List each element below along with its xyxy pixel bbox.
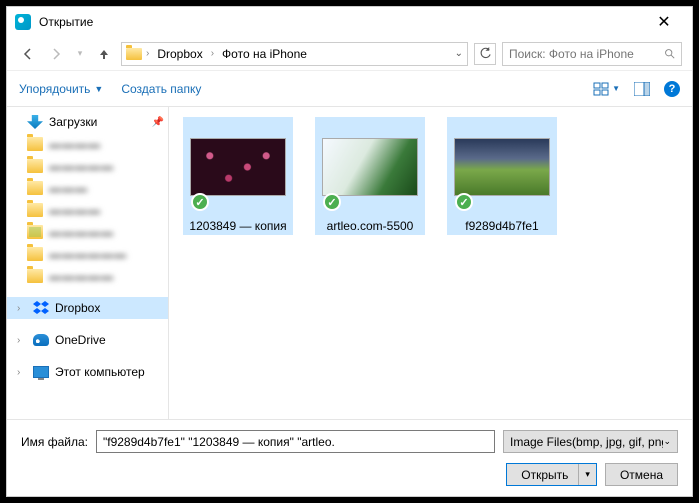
navigation-bar: ▾ › Dropbox › Фото на iPhone ⌄ bbox=[7, 37, 692, 71]
tree-item[interactable]: ▬▬▬▬ bbox=[7, 133, 168, 155]
refresh-button[interactable] bbox=[474, 43, 496, 65]
folder-icon bbox=[27, 203, 43, 217]
downloads-icon bbox=[27, 115, 43, 129]
expand-chevron-icon[interactable]: › bbox=[17, 335, 27, 346]
folder-icon bbox=[27, 137, 43, 151]
new-folder-button[interactable]: Создать папку bbox=[121, 82, 201, 96]
search-icon bbox=[664, 47, 675, 60]
organize-menu[interactable]: Упорядочить ▼ bbox=[19, 82, 103, 96]
tree-item-dropbox[interactable]: › Dropbox bbox=[7, 297, 168, 319]
tree-item-downloads[interactable]: Загрузки 📌 bbox=[7, 111, 168, 133]
folder-icon bbox=[27, 225, 43, 239]
thumbnail-image bbox=[190, 138, 286, 196]
file-item[interactable]: ✓ 1203849 — копия bbox=[183, 117, 293, 235]
sync-check-icon: ✓ bbox=[323, 193, 341, 211]
sync-check-icon: ✓ bbox=[191, 193, 209, 211]
cancel-button[interactable]: Отмена bbox=[605, 463, 678, 486]
search-input[interactable] bbox=[509, 47, 664, 61]
history-dropdown[interactable]: ▾ bbox=[73, 43, 87, 65]
open-dialog-window: Открытие ✕ ▾ › Dropbox › Фото на iPhone … bbox=[6, 6, 693, 497]
address-dropdown-icon[interactable]: ⌄ bbox=[455, 48, 463, 59]
titlebar: Открытие ✕ bbox=[7, 7, 692, 37]
tree-item[interactable]: ▬▬▬▬▬ bbox=[7, 155, 168, 177]
filename-label: Имя файла: bbox=[21, 435, 88, 449]
folder-icon bbox=[27, 269, 43, 283]
file-name-label: f9289d4b7fe1 bbox=[447, 217, 557, 235]
dropbox-icon bbox=[33, 300, 49, 316]
breadcrumb-segment[interactable]: Фото на iPhone bbox=[218, 47, 311, 61]
navigation-tree: Загрузки 📌 ▬▬▬▬ ▬▬▬▬▬ ▬▬▬ ▬▬▬▬ ▬▬▬▬▬ ▬▬▬… bbox=[7, 107, 169, 419]
toolbar: Упорядочить ▼ Создать папку ▼ ? bbox=[7, 71, 692, 107]
chevron-down-icon: ▼ bbox=[94, 84, 103, 94]
tree-item[interactable]: ▬▬▬▬▬▬ bbox=[7, 243, 168, 265]
tree-item-this-pc[interactable]: › Этот компьютер bbox=[7, 361, 168, 383]
folder-icon bbox=[27, 247, 43, 261]
chevron-down-icon: ▼ bbox=[612, 84, 620, 93]
file-item[interactable]: ✓ artleo.com-5500 bbox=[315, 117, 425, 235]
thumbnail-image bbox=[322, 138, 418, 196]
close-button[interactable]: ✕ bbox=[644, 12, 684, 32]
chevron-right-icon: › bbox=[211, 48, 214, 59]
window-title: Открытие bbox=[39, 15, 93, 29]
file-name-label: 1203849 — копия bbox=[183, 217, 293, 235]
open-dropdown-icon[interactable]: ▾ bbox=[578, 464, 596, 485]
preview-pane-button[interactable] bbox=[634, 82, 650, 96]
sync-check-icon: ✓ bbox=[455, 193, 473, 211]
up-button[interactable] bbox=[93, 43, 115, 65]
filename-input[interactable] bbox=[96, 430, 495, 453]
onedrive-icon bbox=[33, 334, 49, 346]
forward-button[interactable] bbox=[45, 43, 67, 65]
chevron-right-icon: › bbox=[146, 48, 149, 59]
expand-chevron-icon[interactable]: › bbox=[17, 303, 27, 314]
dialog-footer: Имя файла: Image Files(bmp, jpg, gif, pn… bbox=[7, 419, 692, 496]
pin-icon: 📌 bbox=[152, 117, 164, 128]
tree-item[interactable]: ▬▬▬▬▬ bbox=[7, 265, 168, 287]
search-box[interactable] bbox=[502, 42, 682, 66]
file-name-label: artleo.com-5500 bbox=[315, 217, 425, 235]
file-type-filter[interactable]: Image Files(bmp, jpg, gif, png, ⌄ bbox=[503, 430, 678, 453]
breadcrumb-segment[interactable]: Dropbox bbox=[153, 47, 206, 61]
tree-item[interactable]: ▬▬▬▬▬ bbox=[7, 221, 168, 243]
tree-item[interactable]: ▬▬▬▬ bbox=[7, 199, 168, 221]
tree-item-onedrive[interactable]: › OneDrive bbox=[7, 329, 168, 351]
back-button[interactable] bbox=[17, 43, 39, 65]
file-list[interactable]: ✓ 1203849 — копия ✓ artleo.com-5500 ✓ f9… bbox=[169, 107, 692, 419]
folder-icon bbox=[27, 181, 43, 195]
thumbnail-image bbox=[454, 138, 550, 196]
address-bar[interactable]: › Dropbox › Фото на iPhone ⌄ bbox=[121, 42, 468, 66]
folder-icon bbox=[126, 48, 142, 60]
tree-item[interactable]: ▬▬▬ bbox=[7, 177, 168, 199]
open-button[interactable]: Открыть ▾ bbox=[506, 463, 597, 486]
view-options-button[interactable]: ▼ bbox=[593, 82, 620, 96]
file-item[interactable]: ✓ f9289d4b7fe1 bbox=[447, 117, 557, 235]
chevron-down-icon: ⌄ bbox=[663, 436, 671, 447]
app-icon bbox=[15, 14, 31, 30]
help-button[interactable]: ? bbox=[664, 81, 680, 97]
folder-icon bbox=[27, 159, 43, 173]
expand-chevron-icon[interactable]: › bbox=[17, 367, 27, 378]
this-pc-icon bbox=[33, 366, 49, 378]
